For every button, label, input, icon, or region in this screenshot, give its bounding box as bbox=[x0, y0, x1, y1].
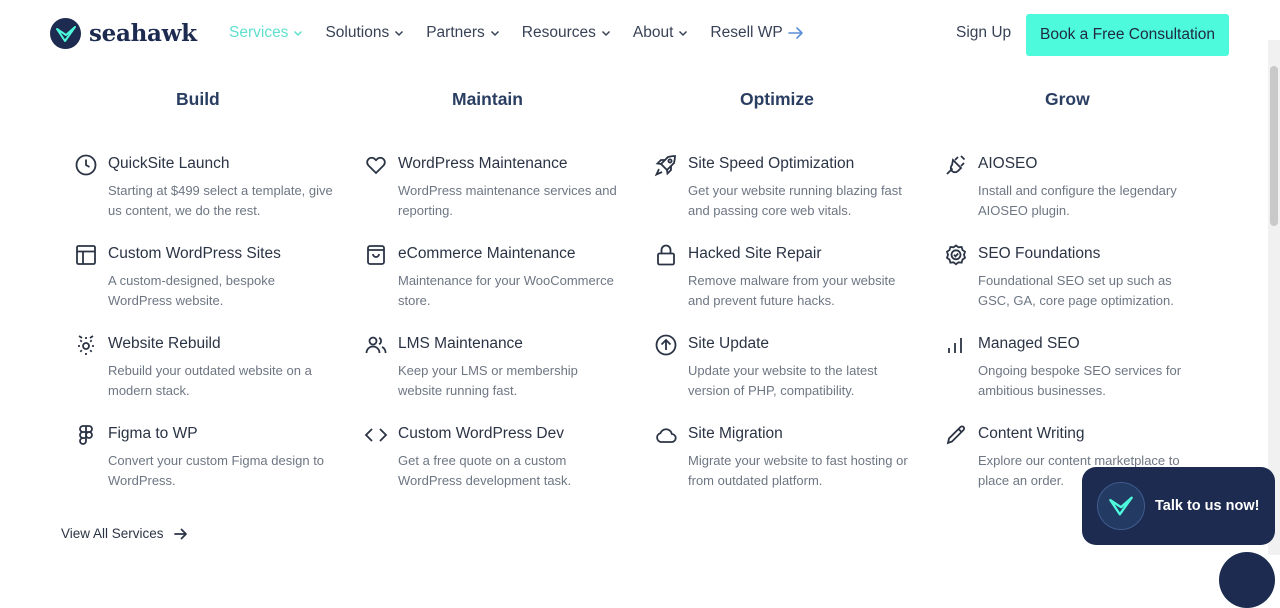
nav-item-resell-wp[interactable]: Resell WP bbox=[710, 24, 803, 42]
chevron-down-icon bbox=[679, 30, 688, 37]
seahawk-logo-icon bbox=[50, 18, 81, 49]
chevron-down-icon bbox=[601, 30, 610, 37]
service-title: Managed SEO bbox=[978, 335, 1080, 352]
service-title: Content Writing bbox=[978, 425, 1085, 442]
heart-icon bbox=[366, 156, 386, 175]
clock-icon bbox=[75, 154, 97, 176]
brand-logo[interactable]: seahawk bbox=[50, 18, 197, 49]
service-description: Ongoing bespoke SEO services for ambitio… bbox=[978, 363, 1182, 398]
scrollbar-thumb[interactable] bbox=[1270, 66, 1278, 226]
view-all-label: View All Services bbox=[61, 526, 164, 541]
chevron-down-icon bbox=[395, 30, 404, 37]
chat-widget[interactable]: Talk to us now! bbox=[1082, 467, 1275, 545]
nav-item-label: Partners bbox=[426, 24, 485, 41]
service-title: Custom WordPress Sites bbox=[108, 245, 281, 262]
column-heading-maintain: Maintain bbox=[452, 89, 523, 109]
nav-item-label: About bbox=[632, 24, 674, 41]
service-title: Website Rebuild bbox=[108, 335, 221, 352]
bar-chart-icon bbox=[948, 338, 962, 353]
service-description: Keep your LMS or membership website runn… bbox=[398, 363, 578, 398]
service-title: AIOSEO bbox=[978, 155, 1038, 172]
nav-item-label: Solutions bbox=[325, 24, 390, 41]
service-title: Custom WordPress Dev bbox=[398, 425, 564, 442]
service-description: Rebuild your outdated website on a moder… bbox=[108, 363, 312, 398]
service-title: LMS Maintenance bbox=[398, 335, 523, 352]
service-title: Site Speed Optimization bbox=[688, 155, 855, 172]
service-description: Get a free quote on a custom WordPress d… bbox=[398, 453, 572, 488]
brand-name: seahawk bbox=[89, 20, 197, 47]
service-title: SEO Foundations bbox=[978, 245, 1101, 262]
gear-rebuild-icon bbox=[78, 335, 94, 355]
service-description: Maintenance for your WooCommerce store. bbox=[398, 273, 614, 308]
layout-icon bbox=[76, 245, 96, 265]
nav-item-services[interactable]: Services bbox=[229, 24, 303, 42]
nav-item-label: Resell WP bbox=[710, 24, 783, 41]
nav-item-label: Resources bbox=[521, 24, 596, 41]
service-description: Convert your custom Figma design to Word… bbox=[108, 453, 325, 488]
service-title: QuickSite Launch bbox=[108, 155, 230, 172]
service-description: Foundational SEO set up such as GSC, GA,… bbox=[978, 273, 1174, 308]
service-description: WordPress maintenance services and repor… bbox=[398, 183, 617, 218]
top-nav: seahawk Services Solutions Partners Reso… bbox=[0, 0, 1280, 68]
service-title: Figma to WP bbox=[108, 425, 198, 442]
column-heading-build: Build bbox=[176, 89, 220, 109]
shopping-bag-icon bbox=[367, 245, 385, 265]
arrow-right-icon bbox=[787, 27, 803, 39]
service-title: Site Update bbox=[688, 335, 769, 352]
service-description: Get your website running blazing fast an… bbox=[688, 183, 902, 218]
figma-icon bbox=[79, 425, 93, 445]
nav-item-solutions[interactable]: Solutions bbox=[325, 24, 404, 42]
pencil-icon bbox=[946, 425, 965, 445]
chat-launcher-button[interactable] bbox=[1219, 552, 1275, 608]
nav-item-partners[interactable]: Partners bbox=[426, 24, 500, 42]
badge-check-icon bbox=[945, 244, 967, 266]
service-description: Starting at $499 select a template, give… bbox=[108, 183, 333, 218]
main-menu: Services Solutions Partners Resources Ab… bbox=[229, 24, 826, 42]
service-title: WordPress Maintenance bbox=[398, 155, 568, 172]
chevron-down-icon bbox=[294, 30, 303, 37]
service-description: Remove malware from your website and pre… bbox=[688, 273, 896, 308]
plug-icon bbox=[946, 155, 966, 175]
chat-label: Talk to us now! bbox=[1155, 498, 1260, 514]
arrow-right-icon bbox=[173, 528, 187, 539]
column-heading-optimize: Optimize bbox=[740, 89, 814, 109]
code-icon bbox=[364, 428, 388, 442]
column-heading-grow: Grow bbox=[1045, 89, 1090, 109]
chevron-down-icon bbox=[490, 30, 499, 37]
service-description: Update your website to the latest versio… bbox=[688, 363, 878, 398]
nav-item-about[interactable]: About bbox=[633, 24, 689, 42]
service-description: Install and configure the legendary AIOS… bbox=[978, 183, 1177, 218]
nav-item-label: Services bbox=[229, 24, 289, 41]
service-title: eCommerce Maintenance bbox=[398, 245, 576, 262]
cloud-icon bbox=[656, 428, 677, 443]
users-icon bbox=[365, 336, 387, 354]
service-title: Hacked Site Repair bbox=[688, 245, 822, 262]
service-title: Site Migration bbox=[688, 425, 783, 442]
nav-item-resources[interactable]: Resources bbox=[522, 24, 611, 42]
lock-icon bbox=[657, 244, 675, 266]
arrow-up-circle-icon bbox=[655, 334, 677, 356]
view-all-services-link[interactable]: View All Services bbox=[61, 526, 188, 541]
service-description: A custom-designed, bespoke WordPress web… bbox=[108, 273, 275, 308]
book-consultation-button[interactable]: Book a Free Consultation bbox=[1026, 14, 1229, 56]
service-description: Migrate your website to fast hosting or … bbox=[688, 453, 908, 488]
sign-up-link[interactable]: Sign Up bbox=[956, 24, 1011, 42]
seahawk-logo-icon bbox=[1097, 482, 1145, 530]
rocket-icon bbox=[654, 155, 676, 177]
